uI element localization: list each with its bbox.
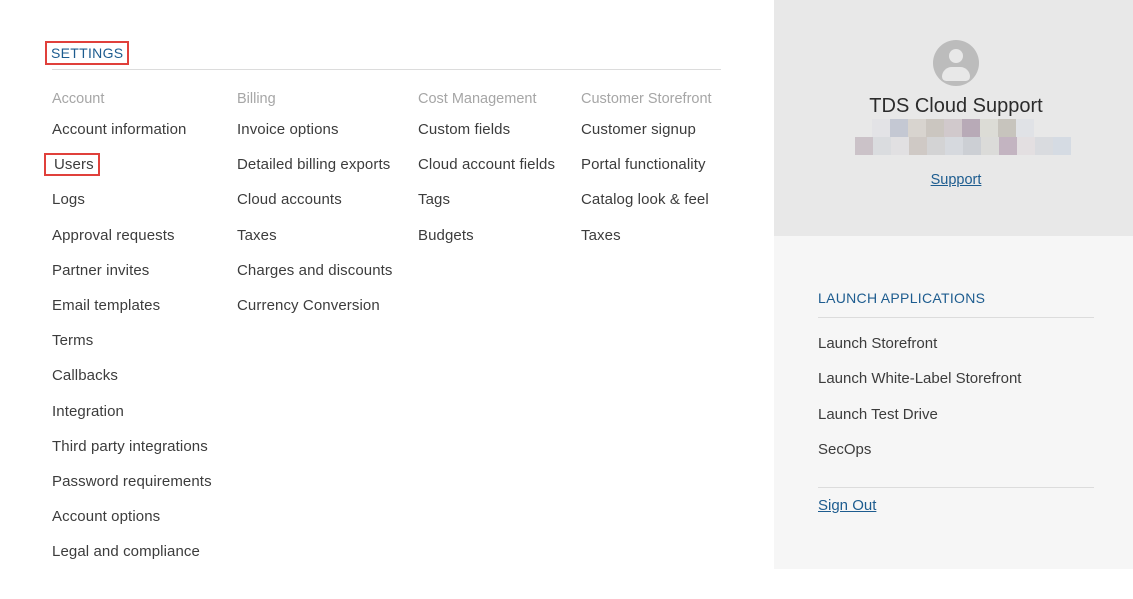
column-heading-cost-management: Cost Management xyxy=(418,91,537,107)
column-heading-account: Account xyxy=(52,91,105,107)
settings-item-partner-invites[interactable]: Partner invites xyxy=(52,253,212,288)
settings-item-detailed-billing-exports[interactable]: Detailed billing exports xyxy=(237,147,393,182)
redacted-email-2 xyxy=(855,137,1071,155)
launch-divider xyxy=(818,317,1094,318)
launch-applications-title: LAUNCH APPLICATIONS xyxy=(818,290,986,306)
settings-column-billing: Billing Invoice options Detailed billing… xyxy=(237,89,393,323)
settings-item-custom-fields[interactable]: Custom fields xyxy=(418,112,555,147)
profile-panel: TDS Cloud Support Support xyxy=(774,0,1133,236)
launch-storefront-link[interactable]: Launch Storefront xyxy=(818,326,1021,361)
settings-item-portal-functionality[interactable]: Portal functionality xyxy=(581,147,712,182)
launch-applications-panel: LAUNCH APPLICATIONS Launch Storefront La… xyxy=(774,236,1133,569)
settings-item-users[interactable]: Users xyxy=(44,147,212,182)
settings-item-legal-and-compliance[interactable]: Legal and compliance xyxy=(52,534,212,569)
profile-name: TDS Cloud Support xyxy=(869,95,1043,117)
settings-item-catalog-look-and-feel[interactable]: Catalog look & feel xyxy=(581,182,712,217)
settings-item-cloud-accounts[interactable]: Cloud accounts xyxy=(237,182,393,217)
settings-item-customer-signup[interactable]: Customer signup xyxy=(581,112,712,147)
launch-list: Launch Storefront Launch White-Label Sto… xyxy=(818,326,1021,467)
settings-item-approval-requests[interactable]: Approval requests xyxy=(52,218,212,253)
settings-item-account-options[interactable]: Account options xyxy=(52,499,212,534)
settings-item-callbacks[interactable]: Callbacks xyxy=(52,358,212,393)
signout-divider xyxy=(818,487,1094,488)
settings-item-integration[interactable]: Integration xyxy=(52,394,212,429)
settings-item-logs[interactable]: Logs xyxy=(52,182,212,217)
settings-item-tags[interactable]: Tags xyxy=(418,182,555,217)
settings-item-budgets[interactable]: Budgets xyxy=(418,218,555,253)
settings-column-account: Account Account information Users Logs A… xyxy=(44,89,212,569)
settings-item-charges-and-discounts[interactable]: Charges and discounts xyxy=(237,253,393,288)
redacted-email xyxy=(872,119,1034,137)
settings-divider xyxy=(52,69,721,70)
user-circle-icon xyxy=(933,40,979,86)
settings-item-cloud-account-fields[interactable]: Cloud account fields xyxy=(418,147,555,182)
settings-item-account-information[interactable]: Account information xyxy=(52,112,212,147)
column-heading-billing: Billing xyxy=(237,91,276,107)
support-link[interactable]: Support xyxy=(774,172,1133,188)
settings-title[interactable]: SETTINGS xyxy=(45,41,130,65)
launch-white-label-storefront-link[interactable]: Launch White-Label Storefront xyxy=(818,361,1021,396)
launch-test-drive-link[interactable]: Launch Test Drive xyxy=(818,397,1021,432)
secops-link[interactable]: SecOps xyxy=(818,432,1021,467)
settings-item-email-templates[interactable]: Email templates xyxy=(52,288,212,323)
settings-item-billing-taxes[interactable]: Taxes xyxy=(237,218,393,253)
settings-item-terms[interactable]: Terms xyxy=(52,323,212,358)
settings-column-cost-management: Cost Management Custom fields Cloud acco… xyxy=(418,89,555,253)
settings-item-invoice-options[interactable]: Invoice options xyxy=(237,112,393,147)
settings-column-customer-storefront: Customer Storefront Customer signup Port… xyxy=(581,89,712,253)
settings-item-third-party-integrations[interactable]: Third party integrations xyxy=(52,429,212,464)
settings-item-currency-conversion[interactable]: Currency Conversion xyxy=(237,288,393,323)
sign-out-link[interactable]: Sign Out xyxy=(818,497,876,514)
settings-item-password-requirements[interactable]: Password requirements xyxy=(52,464,212,499)
column-heading-customer-storefront: Customer Storefront xyxy=(581,91,712,107)
settings-item-storefront-taxes[interactable]: Taxes xyxy=(581,218,712,253)
